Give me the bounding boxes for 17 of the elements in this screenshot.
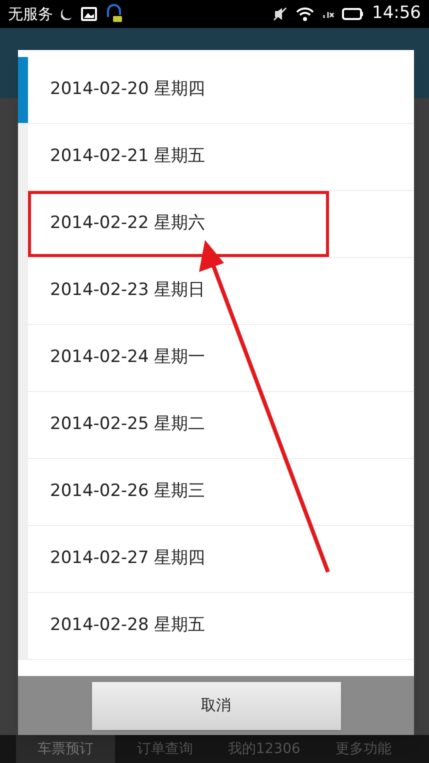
mute-icon [272,6,288,22]
date-option[interactable]: 2014-02-25 星期二 [28,392,414,458]
date-option[interactable]: 2014-02-23 星期日 [28,258,414,324]
signal-icon [322,10,334,18]
battery-icon [342,8,364,20]
clock-text: 14:56 [372,2,421,26]
date-option[interactable]: 2014-02-22 星期六 [28,191,329,257]
date-option[interactable]: 2014-02-27 星期四 [28,526,414,592]
date-option[interactable]: 2014-02-24 星期一 [28,325,414,391]
wifi-icon [296,7,314,21]
date-option[interactable]: 2014-02-26 星期三 [28,459,414,525]
carrier-text: 无服务 [8,4,53,25]
moon-icon [61,8,73,20]
date-option[interactable]: 2014-02-28 星期五 [28,593,414,659]
date-option[interactable]: 2014-02-21 星期五 [28,124,414,190]
cancel-button[interactable]: 取消 [92,682,340,730]
image-icon [81,7,97,21]
